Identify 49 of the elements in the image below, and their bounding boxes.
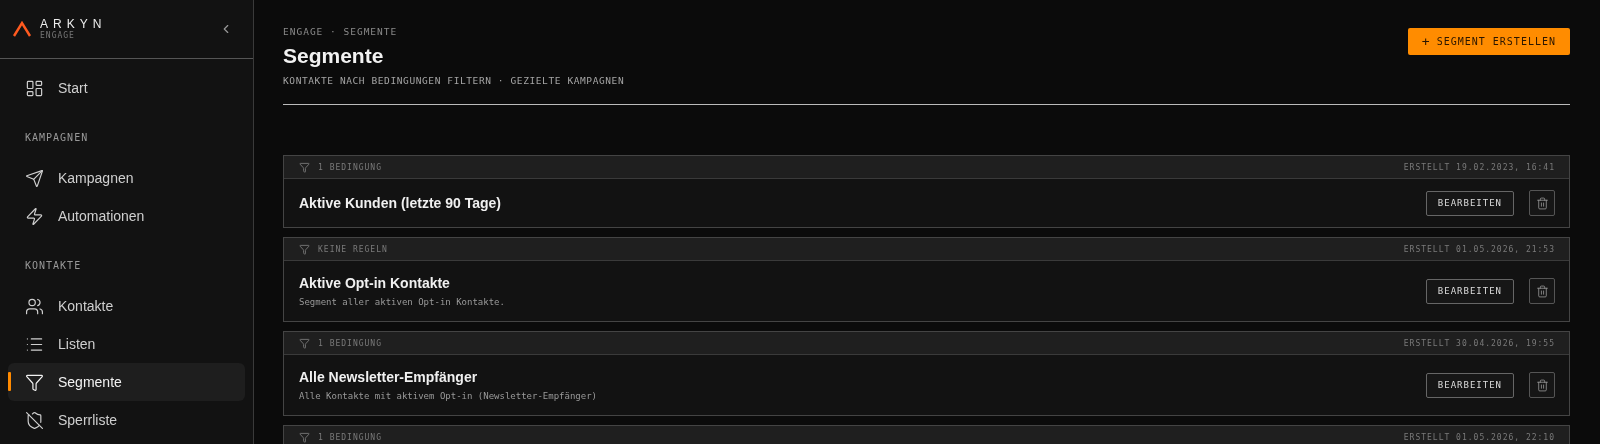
logo-icon — [12, 21, 32, 37]
edit-button[interactable]: BEARBEITEN — [1425, 278, 1514, 304]
users-icon — [25, 296, 44, 316]
page-subtitle: KONTAKTE NACH BEDINGUNGEN FILTERN · GEZIELTE KAMPAGNEN — [283, 75, 625, 86]
rule-count: 1 BEDINGUNG — [318, 338, 382, 348]
delete-button[interactable] — [1529, 372, 1555, 398]
grid-icon — [25, 78, 44, 98]
sidebar-item[interactable]: Listen — [8, 325, 245, 363]
section-label: KAMPAGNEN — [24, 131, 90, 145]
trash-icon — [1535, 378, 1549, 392]
segment-name: Alle Newsletter-Empfänger — [299, 369, 478, 385]
filter-icon — [299, 431, 310, 443]
section-label: KONTAKTE — [24, 259, 83, 273]
lightning-icon — [25, 206, 44, 226]
filter-icon — [25, 372, 44, 392]
sidebar-item[interactable]: Sperrliste — [8, 401, 245, 439]
created-date: ERSTELLT 01.05.2026, 21:53 — [1403, 244, 1555, 254]
segment-name: Aktive Kunden (letzte 90 Tage) — [299, 195, 501, 211]
brand-name: ARKYN — [40, 17, 108, 31]
filter-icon — [299, 161, 310, 173]
created-date: ERSTELLT 01.05.2026, 22:10 — [1403, 432, 1555, 442]
breadcrumb: ENGAGE · SEGMENTE — [283, 26, 398, 37]
rule-count: 1 BEDINGUNG — [318, 162, 382, 172]
delete-button[interactable] — [1529, 278, 1555, 304]
active-indicator — [8, 372, 11, 391]
shield-off-icon — [25, 410, 44, 430]
trash-icon — [1535, 196, 1549, 210]
sidebar-item[interactable]: Segmente — [8, 363, 245, 401]
edit-button[interactable]: BEARBEITEN — [1425, 190, 1514, 216]
created-date: ERSTELLT 30.04.2026, 19:55 — [1403, 338, 1555, 348]
sidebar-item[interactable]: Kampagnen — [8, 159, 245, 197]
edit-button[interactable]: BEARBEITEN — [1425, 372, 1514, 398]
sidebar-item[interactable]: Kontakte — [8, 287, 245, 325]
rule-count: KEINE REGELN — [318, 244, 388, 254]
segment-description: Alle Kontakte mit aktivem Opt-in (Newsletter-Empfänger) — [299, 391, 597, 401]
segment-description: Segment aller aktiven Opt-in Kontakte. — [299, 297, 505, 307]
send-icon — [25, 168, 44, 188]
delete-button[interactable] — [1529, 190, 1555, 216]
brand-product: ENGAGE — [40, 30, 76, 41]
filter-icon — [299, 243, 310, 255]
rule-count: 1 BEDINGUNG — [318, 432, 382, 442]
create-segment-button[interactable]: + SEGMENT ERSTELLEN — [1407, 28, 1570, 55]
sidebar-item[interactable]: Start — [8, 69, 245, 107]
sidebar-item[interactable]: Automationen — [8, 197, 245, 235]
segment-name: Aktive Opt-in Kontakte — [299, 275, 450, 291]
page-title: Segmente — [283, 44, 384, 68]
created-date: ERSTELLT 19.02.2023, 16:41 — [1403, 162, 1555, 172]
trash-icon — [1535, 284, 1549, 298]
filter-icon — [299, 337, 310, 349]
